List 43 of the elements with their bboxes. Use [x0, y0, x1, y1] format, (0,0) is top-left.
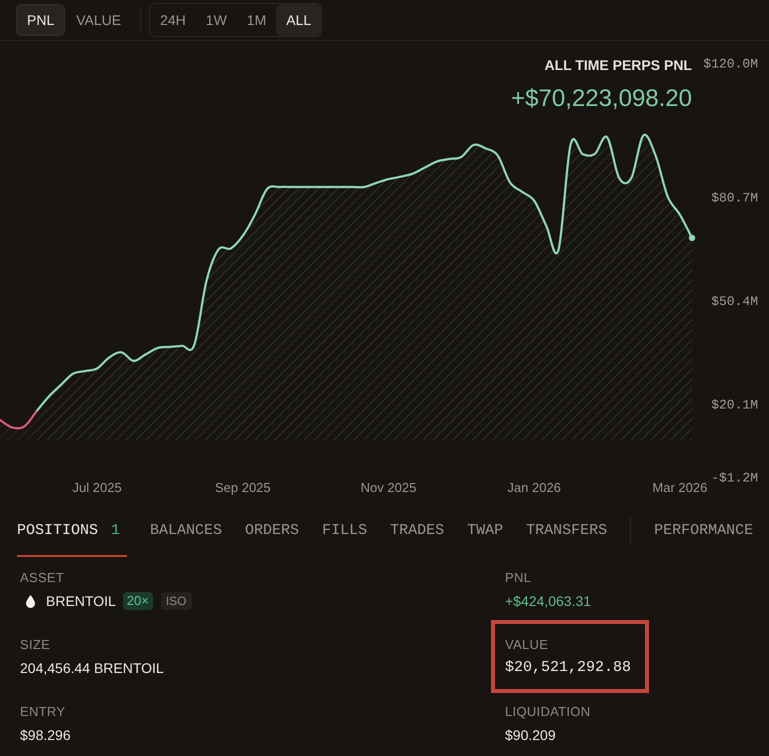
view-tab[interactable]: PNL: [16, 4, 66, 36]
asset-name: BRENTOIL: [46, 592, 116, 611]
tab[interactable]: POSITIONS 1: [17, 500, 128, 557]
range-tab[interactable]: 1M: [236, 4, 276, 36]
tab[interactable]: TRANSFERS: [526, 500, 608, 557]
range-tab[interactable]: 24H: [150, 4, 196, 36]
tab[interactable]: TWAP: [467, 500, 504, 557]
tab[interactable]: FILLS: [322, 500, 368, 557]
tab[interactable]: ORDERS: [245, 500, 300, 557]
field-label: ENTRY: [20, 703, 66, 721]
field-value: $90.209: [505, 726, 556, 745]
field-value: 204,456.44 BRENTOIL: [20, 659, 164, 678]
x-axis-label: Jul 2025: [72, 480, 122, 495]
field-value: $98.296: [20, 726, 71, 745]
range-tab[interactable]: ALL: [276, 4, 322, 36]
drop-icon: [26, 594, 35, 608]
leverage-badge: 20×: [122, 592, 153, 610]
field-label: PNL: [505, 569, 532, 587]
margin-badge: ISO: [160, 592, 192, 610]
tab[interactable]: BALANCES: [150, 500, 222, 557]
range-tab[interactable]: 1W: [196, 4, 237, 36]
total-pnl: +$70,223,098.20: [511, 84, 692, 114]
tab[interactable]: TRADES: [390, 500, 444, 557]
tab-count: 1: [111, 521, 120, 541]
pnl-value: +$424,063.31: [505, 592, 592, 611]
x-axis-label: Sep 2025: [214, 480, 271, 495]
view-tab[interactable]: VALUE: [65, 4, 132, 36]
tab[interactable]: PERFORMANCE: [654, 500, 754, 557]
field-label: VALUE: [505, 636, 548, 654]
y-axis-label: $80.7M: [711, 190, 758, 206]
chart-title: ALL TIME PERPS PNL: [544, 56, 692, 75]
x-axis-label: Mar 2026: [652, 480, 708, 495]
y-axis-label: $50.4M: [711, 294, 758, 310]
x-axis-label: Nov 2025: [360, 480, 416, 495]
y-axis-label: $20.1M: [711, 398, 758, 413]
amount-value: $20,521,292.88: [505, 658, 632, 678]
field-label: SIZE: [20, 636, 50, 654]
field-label: ASSET: [20, 569, 64, 587]
endpoint-dot-icon: [688, 234, 696, 242]
x-axis-label: Jan 2026: [507, 480, 561, 495]
field-label: LIQUIDATION: [505, 703, 590, 721]
y-axis-label: $120.0M: [703, 56, 758, 72]
y-axis-label: -$1.2M: [711, 470, 758, 486]
